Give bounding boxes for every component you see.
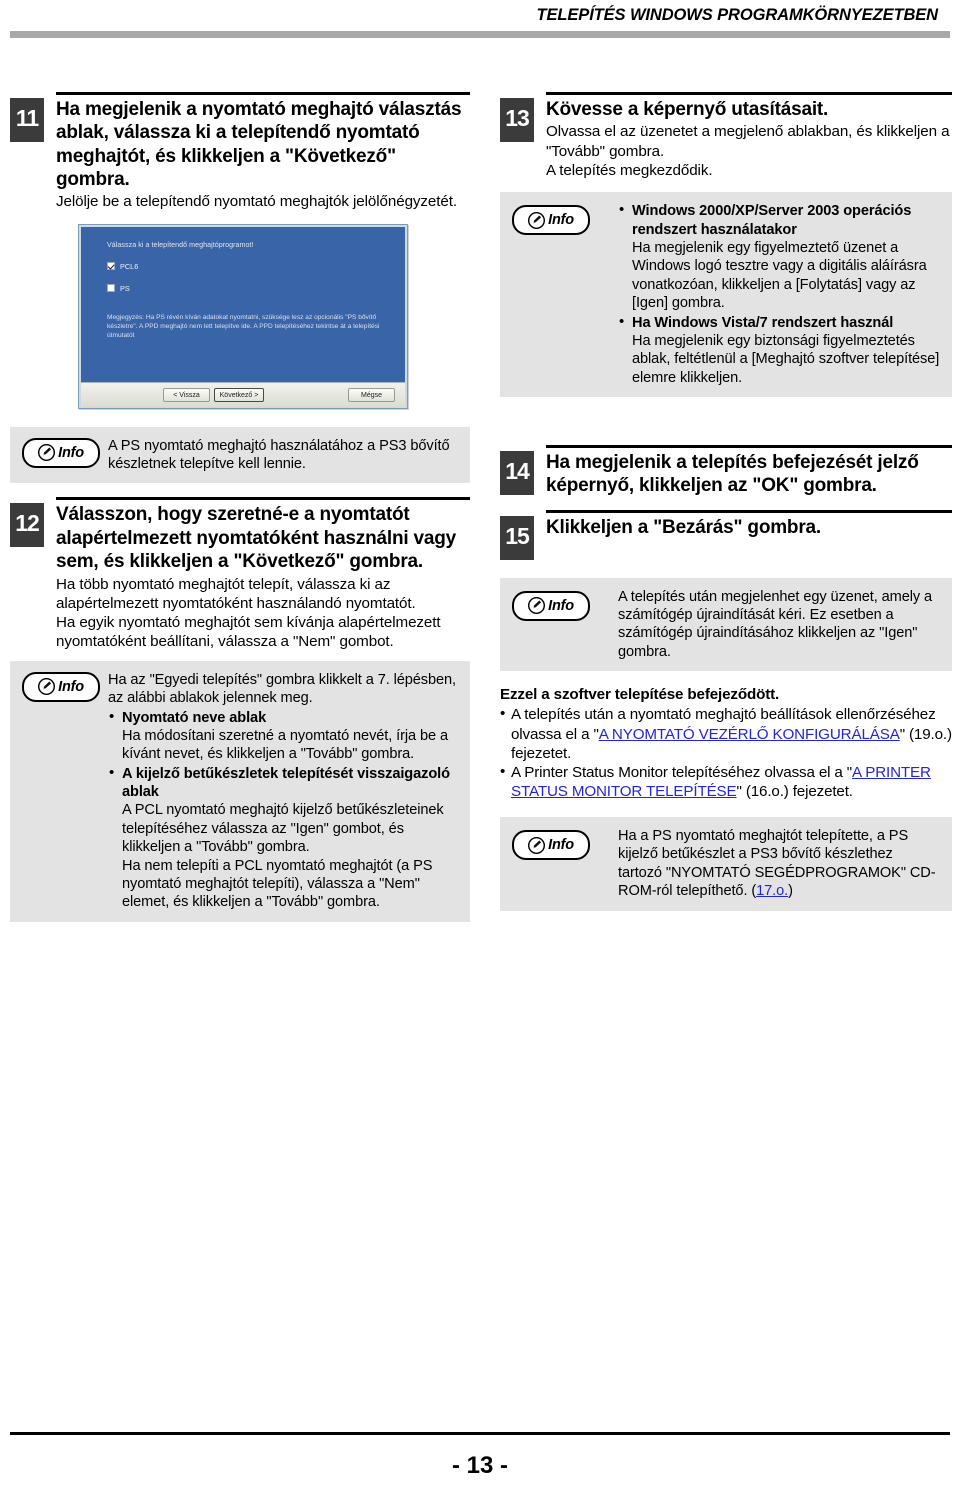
dialog-next-button[interactable]: Következő >	[214, 387, 264, 402]
os-note-bullet-2-head: Ha Windows Vista/7 rendszert használ	[632, 314, 894, 331]
dialog-cancel-button[interactable]: Mégse	[348, 387, 395, 402]
info-label: Info	[548, 212, 574, 229]
info-box-restart: Info A telepítés után megjelenhet egy üz…	[500, 577, 952, 672]
ps-fonts-text-post: )	[788, 883, 793, 900]
step-14-divider	[546, 445, 952, 448]
step-14: 14 Ha megjelenik a telepítés befejezését…	[500, 445, 952, 498]
dialog-body: Válassza ki a telepítendő meghajtóprogra…	[81, 226, 405, 382]
step-14-title: Ha megjelenik a telepítés befejezését je…	[546, 452, 919, 497]
step-14-number: 14	[500, 451, 534, 495]
step-13-text-1: Olvassa el az üzenetet a megjelenő ablak…	[546, 123, 950, 160]
step-13-number: 13	[500, 98, 534, 142]
step-12-title: Válasszon, hogy szeretné-e a nyomtatót a…	[56, 504, 457, 573]
link-printer-driver-config[interactable]: A NYOMTATÓ VEZÉRLŐ KONFIGURÁLÁSA	[599, 726, 900, 743]
header-divider	[10, 31, 950, 38]
os-note-bullet-1-head: Windows 2000/XP/Server 2003 operációs re…	[632, 203, 912, 238]
closing-item-2-pre: A Printer Status Monitor telepítéséhez o…	[511, 763, 853, 781]
checkbox-ps-icon[interactable]	[107, 284, 115, 293]
pencil-icon	[528, 836, 546, 854]
info-badge: Info	[22, 671, 100, 702]
step-12-divider	[56, 497, 470, 501]
pencil-icon	[528, 211, 546, 229]
info-label: Info	[548, 837, 574, 854]
info-badge: Info	[512, 590, 590, 621]
os-note-bullet-1: Windows 2000/XP/Server 2003 operációs re…	[618, 201, 940, 312]
page-title: TELEPÍTÉS WINDOWS PROGRAMKÖRNYEZETBEN	[536, 6, 939, 24]
info-label: Info	[58, 678, 84, 695]
dialog-option-pcl6-label: PCL6	[120, 261, 139, 271]
page-header: TELEPÍTÉS WINDOWS PROGRAMKÖRNYEZETBEN	[0, 0, 960, 40]
custom-install-bullet-1-body: Ha módosítani szeretné a nyomtató nevét,…	[122, 727, 448, 763]
left-column: 11 Ha megjelenik a nyomtató meghajtó vál…	[10, 92, 470, 931]
step-13: 13 Kövesse a képernyő utasításait. Olvas…	[500, 92, 952, 180]
link-page-17[interactable]: 17.o.	[756, 883, 788, 899]
step-12: 12 Válasszon, hogy szeretné-e a nyomtató…	[10, 497, 470, 651]
os-note-bullet-2-body: Ha megjelenik egy biztonsági figyelmezte…	[632, 332, 940, 386]
info-badge: Info	[22, 437, 100, 468]
info-box-os-notes-content: Windows 2000/XP/Server 2003 operációs re…	[618, 201, 940, 387]
page-number: - 13 -	[451, 1452, 508, 1479]
dialog-option-ps-label: PS	[120, 283, 130, 293]
info-label: Info	[548, 597, 574, 614]
dialog-prompt: Válassza ki a telepítendő meghajtóprogra…	[107, 240, 254, 249]
step-13-divider	[546, 92, 952, 95]
info-label: Info	[58, 444, 84, 461]
dialog-frame: Válassza ki a telepítendő meghajtóprogra…	[78, 223, 408, 409]
pencil-icon	[38, 444, 56, 462]
step-12-text-2: Ha egyik nyomtató meghajtót sem kívánja …	[56, 614, 441, 651]
checkbox-pcl6-icon[interactable]	[107, 262, 115, 271]
info-box-os-notes: Info Windows 2000/XP/Server 2003 operáci…	[500, 192, 952, 397]
info-box-restart-text: A telepítés után megjelenhet egy üzenet,…	[618, 588, 933, 660]
info-box-ps-driver-text: A PS nyomtató meghajtó használatához a P…	[108, 437, 450, 473]
custom-install-bullet-2-body-2: Ha nem telepíti a PCL nyomtató meghajtót…	[122, 857, 433, 911]
step-15-divider	[546, 509, 952, 513]
step-11-title: Ha megjelenik a nyomtató meghajtó válasz…	[56, 99, 462, 191]
os-note-bullet-1-body: Ha megjelenik egy figyelmeztető üzenet a…	[632, 240, 927, 312]
custom-install-bullet-2: A kijelző betűkészletek telepítését viss…	[108, 764, 458, 912]
custom-install-bullet-1-head: Nyomtató neve ablak	[122, 709, 267, 726]
custom-install-bullet-2-body: A PCL nyomtató meghajtó kijelző betűkész…	[122, 802, 444, 856]
step-15: 15 Klikkeljen a "Bezárás" gombra.	[500, 509, 952, 560]
step-11-text: Jelölje be a telepítendő nyomtató meghaj…	[56, 193, 457, 211]
info-box-ps-fonts-content: Ha a PS nyomtató meghajtót telepítette, …	[618, 826, 940, 901]
pencil-icon	[528, 597, 546, 615]
dialog-back-button[interactable]: < Vissza	[163, 387, 210, 402]
closing-item-2: A Printer Status Monitor telepítéséhez o…	[500, 762, 952, 801]
info-box-ps-driver: Info A PS nyomtató meghajtó használatáho…	[10, 426, 470, 484]
footer-divider	[10, 1432, 950, 1435]
step-11-number: 11	[10, 98, 44, 142]
closing-heading: Ezzel a szoftver telepítése befejeződött…	[500, 686, 780, 704]
right-column: 13 Kövesse a képernyő utasításait. Olvas…	[500, 92, 952, 920]
info-badge: Info	[512, 830, 590, 861]
step-13-title: Kövesse a képernyő utasításait.	[546, 99, 829, 120]
closing-item-1: A telepítés után a nyomtató meghajtó beá…	[500, 704, 952, 762]
step-12-text-1: Ha több nyomtató meghajtót telepít, vála…	[56, 575, 416, 612]
info-badge: Info	[512, 205, 590, 236]
step-15-number: 15	[500, 515, 534, 560]
dialog-note: Megjegyzés: Ha PS révén kíván adatokat n…	[107, 313, 380, 340]
custom-install-bullet-1: Nyomtató neve ablak Ha módosítani szeret…	[108, 707, 458, 764]
custom-install-bullet-2-head: A kijelző betűkészletek telepítését viss…	[122, 765, 450, 800]
step-15-title: Klikkeljen a "Bezárás" gombra.	[546, 516, 821, 538]
custom-install-intro: Ha az "Egyedi telepítés" gombra klikkelt…	[108, 671, 457, 707]
closing-section: Ezzel a szoftver telepítése befejeződött…	[500, 685, 952, 801]
dialog-button-bar: < Vissza Következő > Mégse	[81, 381, 405, 407]
step-11-divider	[56, 92, 470, 95]
pencil-icon	[38, 678, 56, 696]
os-note-bullet-2: Ha Windows Vista/7 rendszert használ Ha …	[618, 313, 940, 388]
dialog-option-ps[interactable]: PS	[107, 284, 393, 293]
step-13-text-2: A telepítés megkezdődik.	[546, 161, 713, 179]
info-box-custom-install-content: Ha az "Egyedi telepítés" gombra klikkelt…	[108, 670, 458, 912]
dialog-option-pcl6[interactable]: PCL6	[107, 262, 393, 271]
info-box-custom-install: Info Ha az "Egyedi telepítés" gombra kli…	[10, 660, 470, 922]
step-11: 11 Ha megjelenik a nyomtató meghajtó vál…	[10, 92, 470, 212]
step-12-number: 12	[10, 503, 44, 548]
info-box-ps-fonts: Info Ha a PS nyomtató meghajtót telepíte…	[500, 817, 952, 911]
closing-item-2-post: " (16.o.) fejezetet.	[736, 782, 854, 800]
installer-dialog-screenshot: Válassza ki a telepítendő meghajtóprogra…	[78, 223, 408, 409]
